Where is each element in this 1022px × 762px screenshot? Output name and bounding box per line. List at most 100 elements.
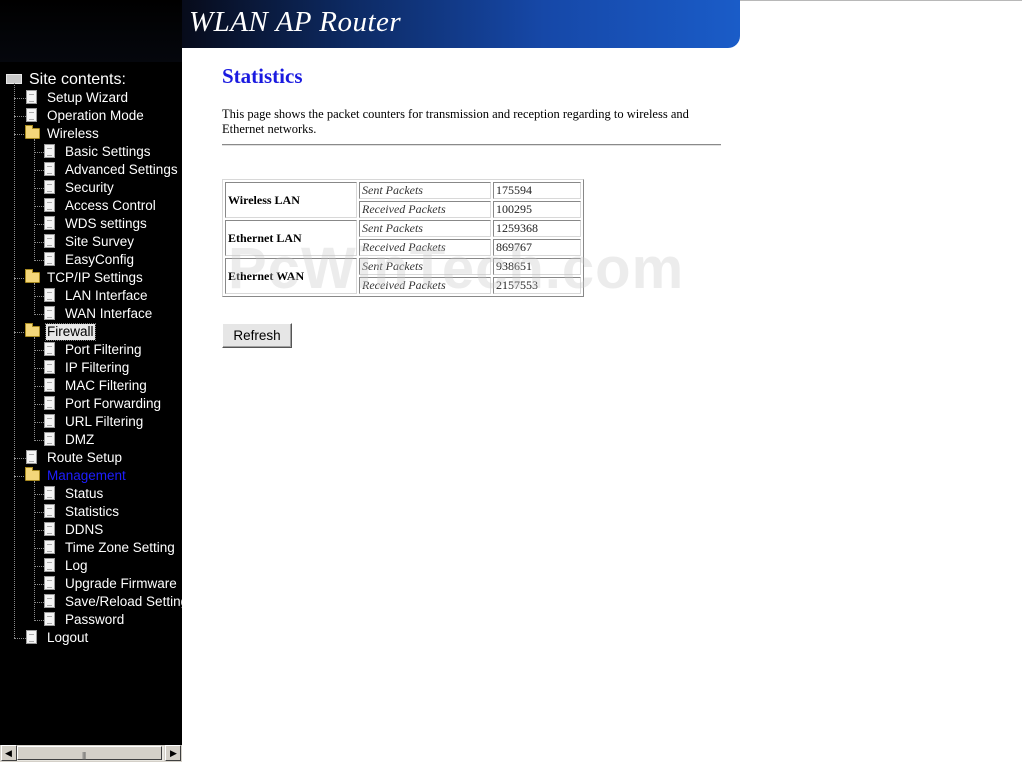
tree-connector [14,98,26,99]
counter-label: Sent Packets [359,182,491,199]
tree-connector [34,566,44,567]
tree-connector [34,422,44,423]
sidebar-item-log[interactable]: Log [0,557,182,575]
sidebar-item-dmz[interactable]: DMZ [0,431,182,449]
sidebar-item-label: MAC Filtering [65,378,147,393]
folder-icon [25,323,40,337]
header-spacer [182,48,740,62]
sidebar-item-port-filtering[interactable]: Port Filtering [0,341,182,359]
group-label: Ethernet LAN [225,220,357,256]
scroll-right-button[interactable]: ▶ [165,745,181,761]
sidebar-item-tcp-ip-settings[interactable]: TCP/IP Settings [0,269,182,287]
sidebar-item-access-control[interactable]: Access Control [0,197,182,215]
tree-connector [34,530,44,531]
sidebar-item-label: Basic Settings [65,144,151,159]
counter-value: 1259368 [493,220,581,237]
refresh-button[interactable]: Refresh [222,323,292,348]
sidebar-item-time-zone-setting[interactable]: Time Zone Setting [0,539,182,557]
sidebar-item-label: Operation Mode [47,108,144,123]
scroll-thumb[interactable]: ||| [17,746,162,760]
table-row: Ethernet LAN Sent Packets 1259368 [225,220,581,256]
sidebar-item-ddns[interactable]: DDNS [0,521,182,539]
tree-connector [34,170,44,171]
sidebar-item-port-forwarding[interactable]: Port Forwarding [0,395,182,413]
arrow-left-icon: ◀ [5,748,12,758]
tree-connector [34,404,44,405]
document-icon [44,144,55,158]
counter-label: Sent Packets [359,258,491,275]
sidebar-item-label: Password [65,612,125,627]
document-icon [44,180,55,194]
sidebar-item-label: Upgrade Firmware [65,576,177,591]
sidebar-item-label: Log [65,558,88,573]
sidebar-item-site-survey[interactable]: Site Survey [0,233,182,251]
sidebar-item-basic-settings[interactable]: Basic Settings [0,143,182,161]
tree-connector [34,620,44,621]
tree-connector [14,116,26,117]
sidebar-item-label: Site Survey [65,234,135,249]
sidebar-item-label: Statistics [65,504,120,519]
sidebar-item-label: Time Zone Setting [65,540,175,555]
page-title: Statistics [222,64,303,88]
document-icon [44,360,55,374]
sidebar-horizontal-scrollbar[interactable]: ◀ ||| ▶ [0,745,182,762]
sidebar-item-label: WDS settings [65,216,147,231]
tree-connector [34,206,44,207]
document-icon [44,162,55,176]
tree-connector [34,152,44,153]
sidebar-item-label: Wireless [47,126,99,141]
sidebar-item-firewall[interactable]: Firewall [0,323,182,341]
header-left-block [0,0,182,62]
sidebar-item-wan-interface[interactable]: WAN Interface [0,305,182,323]
sidebar-item-save-reload-settings[interactable]: Save/Reload Settings [0,593,182,611]
tree-connector [34,440,44,441]
document-icon [44,198,55,212]
document-icon [44,216,55,230]
sidebar-item-route-setup[interactable]: Route Setup [0,449,182,467]
counter-value: 869767 [493,239,581,256]
sidebar-item-password[interactable]: Password [0,611,182,629]
sidebar-item-upgrade-firmware[interactable]: Upgrade Firmware [0,575,182,593]
sidebar-item-advanced-settings[interactable]: Advanced Settings [0,161,182,179]
statistics-table: Wireless LAN Sent Packets 175594 Receive… [222,179,584,297]
header-top-line [740,0,1022,1]
sidebar-item-label: Access Control [65,198,156,213]
tree-connector [34,548,44,549]
sidebar-item-label: IP Filtering [65,360,130,375]
sidebar-item-wds-settings[interactable]: WDS settings [0,215,182,233]
sidebar-item-mac-filtering[interactable]: MAC Filtering [0,377,182,395]
group-label: Wireless LAN [225,182,357,218]
sidebar-item-statistics[interactable]: Statistics [0,503,182,521]
document-icon [44,342,55,356]
sidebar: Site contents: Setup Wizard Operation Mod… [0,62,182,762]
sidebar-item-status[interactable]: Status [0,485,182,503]
table-row: Ethernet WAN Sent Packets 938651 [225,258,581,294]
tree-connector [34,242,44,243]
scroll-left-button[interactable]: ◀ [1,745,17,761]
sidebar-item-wireless[interactable]: Wireless [0,125,182,143]
sidebar-item-label: Port Filtering [65,342,142,357]
tree-connector [14,458,26,459]
sidebar-item-label: Status [65,486,104,501]
document-icon [44,252,55,266]
sidebar-item-label: EasyConfig [65,252,135,267]
sidebar-item-lan-interface[interactable]: LAN Interface [0,287,182,305]
sidebar-item-operation-mode[interactable]: Operation Mode [0,107,182,125]
sidebar-item-setup-wizard[interactable]: Setup Wizard [0,89,182,107]
sidebar-item-label: URL Filtering [65,414,144,429]
tree-connector [34,296,44,297]
divider [222,144,721,146]
scroll-track[interactable]: ||| [17,746,164,761]
sidebar-item-logout[interactable]: Logout [0,629,182,647]
tree-connector [14,638,26,639]
tree-connector [34,350,44,351]
sidebar-item-management[interactable]: Management [0,467,182,485]
sidebar-item-security[interactable]: Security [0,179,182,197]
table-row: Wireless LAN Sent Packets 175594 [225,182,581,218]
tree-connector [34,584,44,585]
sidebar-item-ip-filtering[interactable]: IP Filtering [0,359,182,377]
sidebar-item-url-filtering[interactable]: URL Filtering [0,413,182,431]
document-icon [44,414,55,428]
sidebar-item-easyconfig[interactable]: EasyConfig [0,251,182,269]
document-icon [44,288,55,302]
